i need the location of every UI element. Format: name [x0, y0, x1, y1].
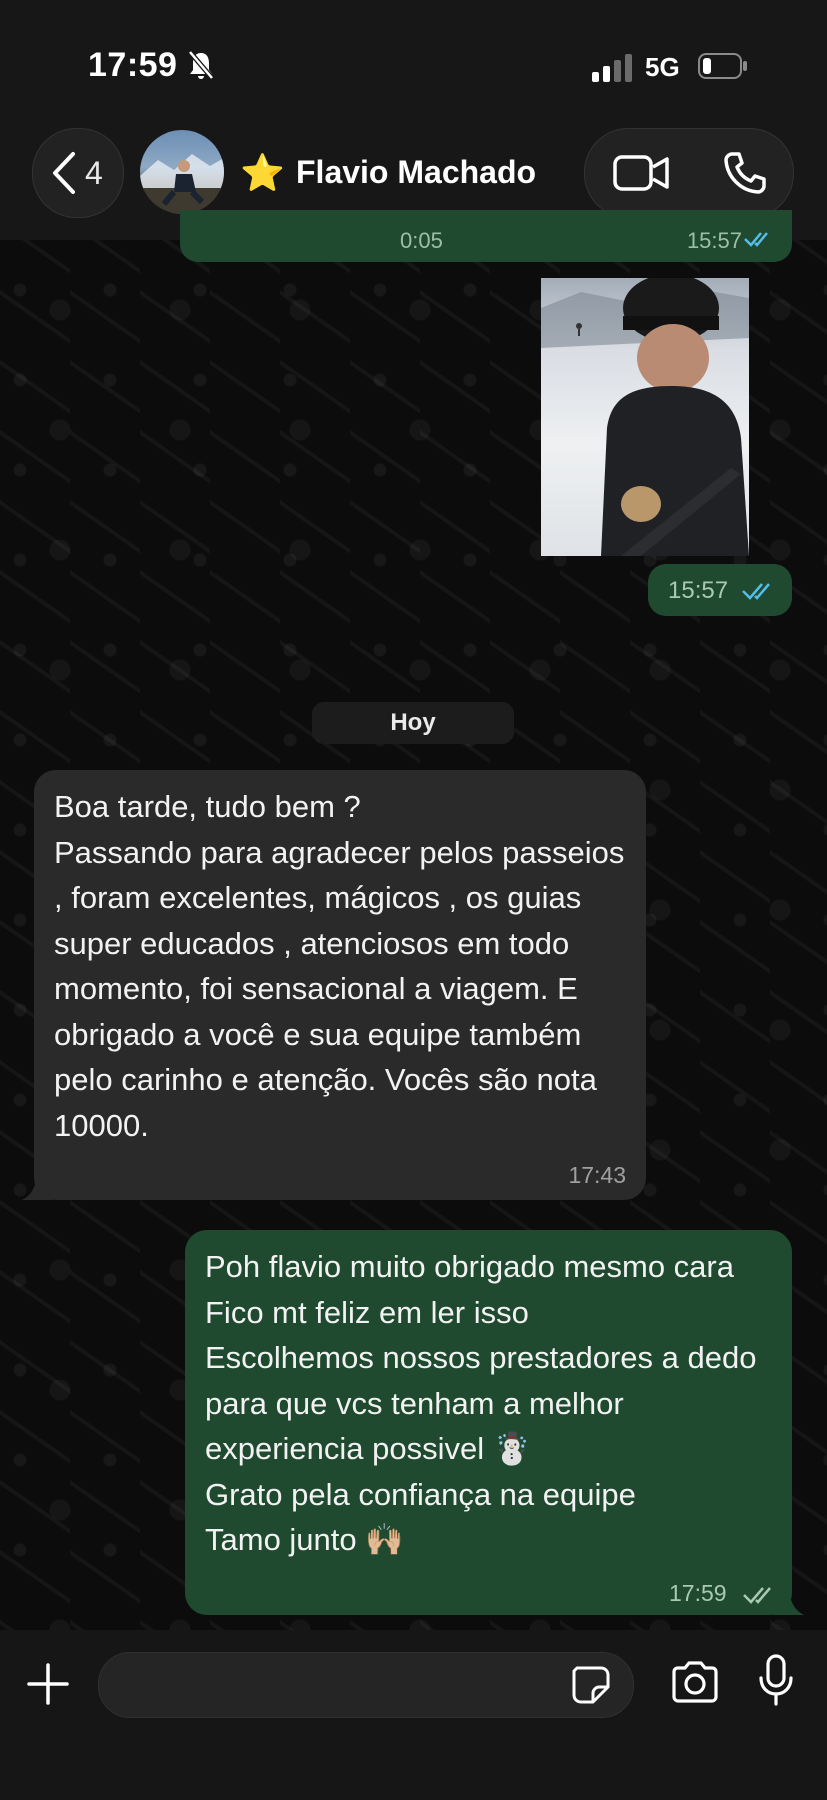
avatar-photo	[140, 154, 224, 214]
photo-timestamp: 15:57	[648, 564, 792, 616]
battery-icon	[698, 53, 747, 79]
message-text: Boa tarde, tudo bem ? Passando para agra…	[54, 789, 625, 1143]
sticker-icon[interactable]	[571, 1665, 611, 1705]
signal-bars-icon	[592, 54, 632, 82]
call-actions	[584, 128, 794, 218]
bubble-tail	[774, 1575, 804, 1615]
unread-count: 4	[85, 155, 103, 191]
status-time: 17:59	[88, 46, 178, 84]
message-time: 17:43	[568, 1162, 626, 1188]
read-ticks-icon	[744, 232, 768, 247]
date-separator: Hoy	[312, 702, 514, 744]
message-time: 17:59	[669, 1580, 727, 1606]
message-time: 15:57	[668, 577, 729, 604]
incoming-message[interactable]: Boa tarde, tudo bem ? Passando para agra…	[22, 770, 646, 1200]
favorite-star-icon: ⭐	[240, 152, 285, 193]
bubble-tail	[22, 1160, 52, 1200]
plus-icon[interactable]	[26, 1662, 70, 1706]
photo-image	[541, 278, 749, 556]
contact-avatar[interactable]	[140, 130, 224, 214]
voice-duration: 0:05	[400, 228, 443, 253]
bell-slash-icon	[188, 50, 214, 80]
previous-voice-message[interactable]: 0:05 15:57	[180, 210, 792, 262]
message-time: 15:57	[686, 228, 742, 253]
contact-name[interactable]: Flavio Machado	[296, 154, 536, 191]
message-text: Poh flavio muito obrigado mesmo cara Fic…	[205, 1249, 757, 1557]
network-type: 5G	[645, 52, 680, 82]
video-camera-icon[interactable]	[613, 153, 669, 193]
camera-icon[interactable]	[670, 1660, 720, 1704]
photo-message[interactable]	[541, 278, 749, 556]
read-ticks-icon	[743, 1587, 771, 1604]
chevron-left-icon	[53, 152, 75, 194]
phone-icon[interactable]	[723, 151, 767, 195]
read-ticks-icon	[742, 583, 770, 600]
outgoing-message[interactable]: Poh flavio muito obrigado mesmo cara Fic…	[185, 1230, 804, 1615]
message-composer	[0, 1630, 827, 1800]
back-button[interactable]: 4	[32, 128, 124, 218]
microphone-icon[interactable]	[758, 1654, 794, 1708]
message-input[interactable]	[98, 1652, 634, 1718]
